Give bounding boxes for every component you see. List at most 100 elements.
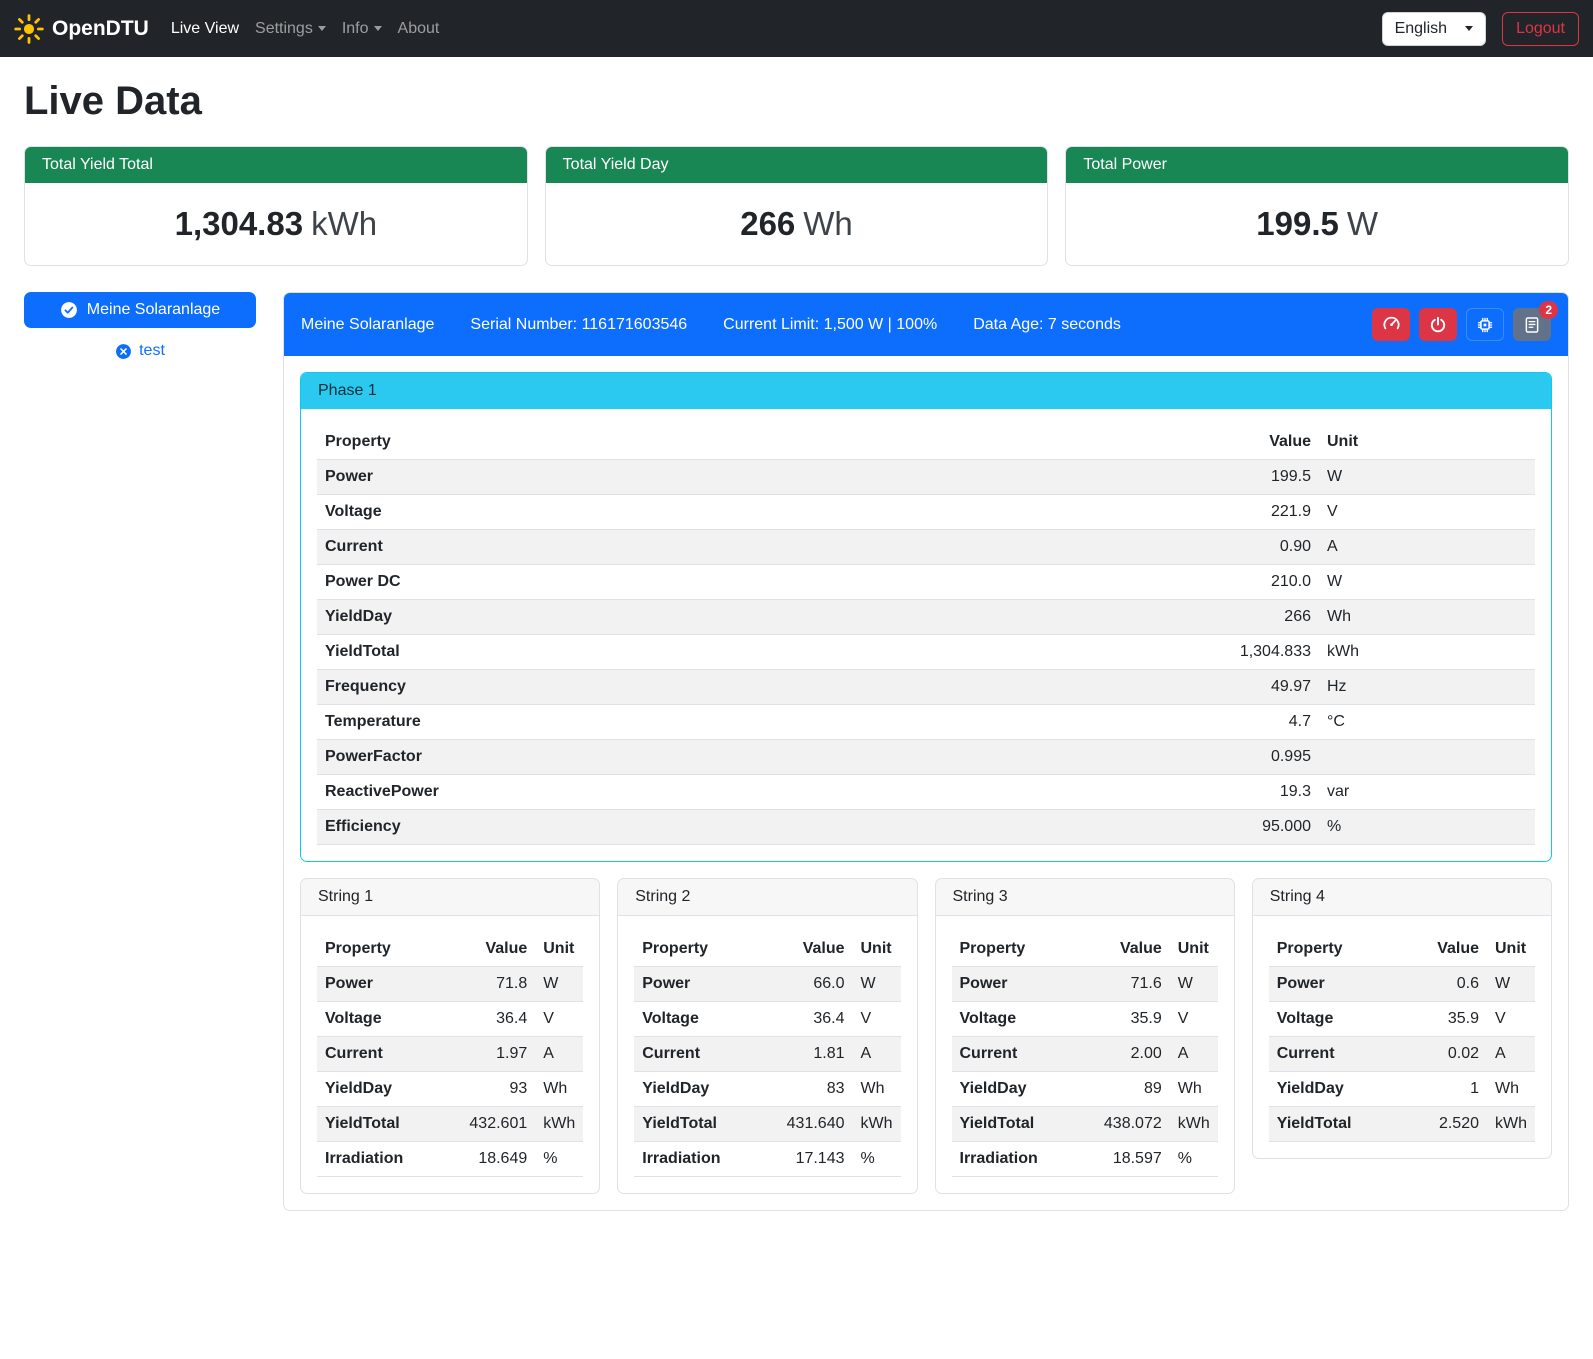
unit-cell: Wh	[535, 1072, 583, 1107]
property-cell: Efficiency	[317, 810, 1199, 845]
table-row: YieldDay93Wh	[317, 1072, 583, 1107]
language-select-value: English	[1395, 20, 1447, 38]
property-cell: YieldTotal	[952, 1107, 1096, 1142]
property-cell: Current	[634, 1037, 778, 1072]
unit-cell: W	[1319, 460, 1535, 495]
string-3-card: String 3 Property Value Unit Power71.6WV…	[935, 878, 1235, 1194]
value-cell: 18.597	[1096, 1142, 1170, 1177]
table-row: Current0.90A	[317, 530, 1535, 565]
nav-settings-dropdown[interactable]: Settings	[247, 12, 334, 46]
inverter-card-header: Meine Solaranlage Serial Number: 1161716…	[284, 293, 1568, 356]
string-title: String 1	[301, 879, 599, 916]
value-cell: 0.6	[1415, 967, 1487, 1002]
value-cell: 2.00	[1096, 1037, 1170, 1072]
property-cell: Current	[1269, 1037, 1415, 1072]
table-row: Temperature4.7°C	[317, 705, 1535, 740]
table-row: YieldTotal438.072kWh	[952, 1107, 1218, 1142]
property-cell: Current	[317, 530, 1199, 565]
property-cell: YieldTotal	[317, 635, 1199, 670]
total-yield-total-card: Total Yield Total 1,304.83kWh	[24, 146, 528, 266]
total-yield-day-card: Total Yield Day 266Wh	[545, 146, 1049, 266]
inverter-test-link[interactable]: test	[24, 342, 256, 360]
event-log-button[interactable]: 2	[1513, 308, 1551, 341]
limit-settings-button[interactable]	[1372, 308, 1410, 341]
value-cell: 221.9	[1199, 495, 1319, 530]
table-row: Power199.5W	[317, 460, 1535, 495]
property-cell: Current	[952, 1037, 1096, 1072]
property-cell: Irradiation	[952, 1142, 1096, 1177]
table-row: Voltage35.9V	[952, 1002, 1218, 1037]
chevron-down-icon	[1465, 26, 1473, 31]
device-info-button[interactable]	[1466, 308, 1504, 341]
table-row: YieldDay89Wh	[952, 1072, 1218, 1107]
brand-link[interactable]: OpenDTU	[14, 14, 149, 44]
inverter-select-button[interactable]: Meine Solaranlage	[24, 292, 256, 328]
nav-live-view[interactable]: Live View	[163, 12, 247, 46]
unit-cell: Wh	[1319, 600, 1535, 635]
column-header-unit: Unit	[1319, 425, 1535, 460]
inverter-select-label: Meine Solaranlage	[87, 301, 220, 319]
column-header-property: Property	[317, 932, 461, 967]
property-cell: Frequency	[317, 670, 1199, 705]
string-title: String 3	[936, 879, 1234, 916]
table-row: PowerFactor0.995	[317, 740, 1535, 775]
unit-cell: A	[853, 1037, 901, 1072]
property-cell: Voltage	[952, 1002, 1096, 1037]
unit-cell: var	[1319, 775, 1535, 810]
table-row: Irradiation18.649%	[317, 1142, 583, 1177]
sun-logo-icon	[14, 14, 44, 44]
table-row: Frequency49.97Hz	[317, 670, 1535, 705]
unit-cell: W	[1319, 565, 1535, 600]
table-row: Power71.8W	[317, 967, 583, 1002]
property-cell: Power	[634, 967, 778, 1002]
value-cell: 431.640	[779, 1107, 853, 1142]
strings-row: String 1 Property Value Unit Power71.8WV…	[300, 878, 1552, 1194]
table-row: YieldDay1Wh	[1269, 1072, 1535, 1107]
unit-cell: %	[1170, 1142, 1218, 1177]
table-row: Current2.00A	[952, 1037, 1218, 1072]
table-row: Voltage36.4V	[317, 1002, 583, 1037]
inverter-data-age: Data Age: 7 seconds	[973, 316, 1121, 334]
value-cell: 2.520	[1415, 1107, 1487, 1142]
page-title: Live Data	[24, 79, 1569, 124]
nav-info-dropdown[interactable]: Info	[334, 12, 390, 46]
unit-cell: V	[1487, 1002, 1535, 1037]
value-cell: 0.02	[1415, 1037, 1487, 1072]
value-cell: 199.5	[1199, 460, 1319, 495]
card-value: 1,304.83	[175, 205, 303, 242]
inverter-test-label: test	[139, 342, 165, 360]
unit-cell: Hz	[1319, 670, 1535, 705]
value-cell: 17.143	[779, 1142, 853, 1177]
table-row: Efficiency95.000%	[317, 810, 1535, 845]
property-cell: Voltage	[317, 1002, 461, 1037]
unit-cell: W	[1170, 967, 1218, 1002]
unit-cell: V	[1319, 495, 1535, 530]
inverter-name: Meine Solaranlage	[301, 316, 434, 334]
column-header-property: Property	[1269, 932, 1415, 967]
unit-cell: W	[853, 967, 901, 1002]
property-cell: Irradiation	[634, 1142, 778, 1177]
unit-cell: Wh	[1487, 1072, 1535, 1107]
card-unit: W	[1347, 205, 1378, 242]
power-control-button[interactable]	[1419, 308, 1457, 341]
value-cell: 35.9	[1415, 1002, 1487, 1037]
speedometer-icon	[1382, 315, 1401, 334]
column-header-property: Property	[317, 425, 1199, 460]
property-cell: PowerFactor	[317, 740, 1199, 775]
unit-cell: A	[1487, 1037, 1535, 1072]
column-header-property: Property	[952, 932, 1096, 967]
table-row: Irradiation18.597%	[952, 1142, 1218, 1177]
nav-about[interactable]: About	[390, 12, 448, 46]
power-icon	[1429, 316, 1447, 334]
inverter-card: Meine Solaranlage Serial Number: 1161716…	[283, 292, 1569, 1211]
value-cell: 18.649	[461, 1142, 535, 1177]
unit-cell: W	[535, 967, 583, 1002]
logout-button[interactable]: Logout	[1502, 12, 1579, 46]
unit-cell: kWh	[1487, 1107, 1535, 1142]
string-1-table: Property Value Unit Power71.8WVoltage36.…	[317, 932, 583, 1177]
property-cell: Temperature	[317, 705, 1199, 740]
column-header-value: Value	[461, 932, 535, 967]
check-circle-icon	[60, 301, 78, 319]
language-select[interactable]: English	[1382, 12, 1486, 46]
property-cell: Power	[317, 967, 461, 1002]
